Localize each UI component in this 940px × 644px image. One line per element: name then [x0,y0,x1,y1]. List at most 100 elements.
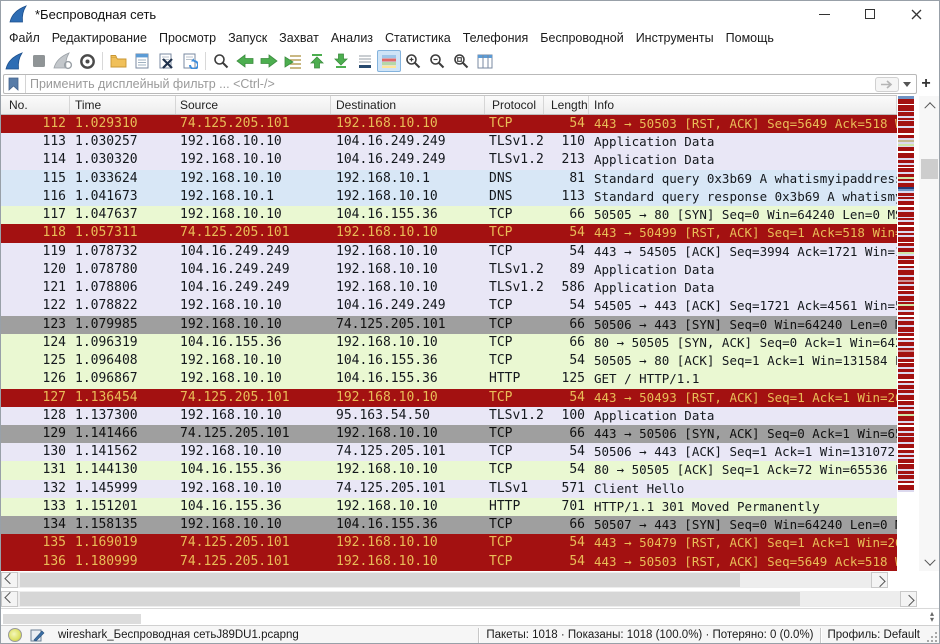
packet-row[interactable]: 1141.030320192.168.10.10104.16.249.249TL… [1,151,897,169]
close-file-button[interactable] [154,50,178,72]
hscroll1-thumb[interactable] [20,573,740,587]
maximize-button[interactable] [847,1,893,27]
zoom-out-button[interactable] [425,50,449,72]
column-header-time[interactable]: Time [70,96,176,114]
packet-row[interactable]: 1121.02931074.125.205.101192.168.10.10TC… [1,115,897,133]
cell-time: 1.151201 [70,498,176,516]
cell-info: HTTP/1.1 301 Moved Permanently [589,498,897,516]
go-last-button[interactable] [329,50,353,72]
add-filter-button[interactable]: + [917,75,935,93]
scroll-down-arrow[interactable] [919,554,940,571]
vertical-scrollbar[interactable] [919,96,940,571]
packet-row[interactable]: 1161.041673192.168.10.1192.168.10.10DNS1… [1,188,897,206]
reload-file-button[interactable] [178,50,202,72]
cell-protocol: TCP [485,316,544,334]
scroll-up-arrow[interactable] [919,96,940,113]
hscroll2-thumb[interactable] [20,592,800,606]
packet-list-minimap[interactable] [898,96,914,559]
menu-item-statistics[interactable]: Статистика [379,27,457,49]
packet-list-hscrollbar[interactable] [1,572,888,588]
window-hscrollbar[interactable] [1,591,917,607]
splitter-handle-icon[interactable]: ▴▾ [930,611,934,623]
save-file-button[interactable] [130,50,154,72]
menu-item-telephony[interactable]: Телефония [457,27,535,49]
close-button[interactable] [893,1,939,27]
go-back-button[interactable] [233,50,257,72]
packet-row[interactable]: 1301.141562192.168.10.1074.125.205.101TC… [1,443,897,461]
packet-row[interactable]: 1351.16901974.125.205.101192.168.10.10TC… [1,534,897,552]
packet-row[interactable]: 1311.144130104.16.155.36192.168.10.10TCP… [1,461,897,479]
packet-row[interactable]: 1321.145999192.168.10.1074.125.205.101TL… [1,480,897,498]
column-header-info[interactable]: Info [589,96,897,114]
packet-row[interactable]: 1281.137300192.168.10.1095.163.54.50TLSv… [1,407,897,425]
packet-row[interactable]: 1231.079985192.168.10.1074.125.205.101TC… [1,316,897,334]
go-first-button[interactable] [305,50,329,72]
column-header-destination[interactable]: Destination [331,96,485,114]
packet-row[interactable]: 1331.151201104.16.155.36192.168.10.10HTT… [1,498,897,516]
packet-row[interactable]: 1211.078806104.16.249.249192.168.10.10TL… [1,279,897,297]
menu-item-help[interactable]: Помощь [720,27,780,49]
auto-scroll-button[interactable] [353,50,377,72]
hscroll1-left-arrow[interactable] [1,572,18,588]
column-header-length[interactable]: Length [544,96,589,114]
packet-row[interactable]: 1251.096408192.168.10.10104.16.155.36TCP… [1,352,897,370]
packet-row[interactable]: 1171.047637192.168.10.10104.16.155.36TCP… [1,206,897,224]
packet-row[interactable]: 1131.030257192.168.10.10104.16.249.249TL… [1,133,897,151]
restart-capture-button[interactable] [51,50,75,72]
cell-no: 127 [1,389,70,407]
hscroll1-right-arrow[interactable] [871,572,888,588]
colorize-button[interactable] [377,50,401,72]
cell-length: 66 [544,316,589,334]
menu-bar: ФайлРедактированиеПросмотрЗапускЗахватАн… [1,27,939,49]
cell-time: 1.096408 [70,352,176,370]
packet-row[interactable]: 1261.096867192.168.10.10104.16.155.36HTT… [1,370,897,388]
column-header-no[interactable]: No. [1,96,70,114]
apply-filter-button[interactable] [875,77,899,92]
go-to-packet-button[interactable] [281,50,305,72]
filter-dropdown-caret[interactable] [903,82,911,87]
packet-row[interactable]: 1221.078822192.168.10.10104.16.249.249TC… [1,297,897,315]
packet-row[interactable]: 1151.033624192.168.10.10192.168.10.1DNS8… [1,170,897,188]
resize-columns-button[interactable] [473,50,497,72]
zoom-reset-button[interactable] [449,50,473,72]
hscroll2-right-arrow[interactable] [900,591,917,607]
menu-item-capture[interactable]: Захват [273,27,325,49]
size-grip[interactable] [926,627,938,643]
packets-summary: Пакеты: 1018 · Показаны: 1018 (100.0%) ·… [486,629,813,641]
find-packet-button[interactable] [209,50,233,72]
filter-bookmark-icon[interactable] [7,77,21,91]
menu-item-go[interactable]: Запуск [222,27,273,49]
expert-info-icon[interactable] [8,628,22,642]
open-file-button[interactable] [106,50,130,72]
packet-row[interactable]: 1181.05731174.125.205.101192.168.10.10TC… [1,224,897,242]
start-capture-button[interactable] [3,50,27,72]
column-header-source[interactable]: Source [176,96,331,114]
column-header-protocol[interactable]: Protocol [485,96,544,114]
capture-options-button[interactable] [75,50,99,72]
auto-scroll-icon [357,54,373,69]
packet-row[interactable]: 1271.13645474.125.205.101192.168.10.10TC… [1,389,897,407]
hscroll2-left-arrow[interactable] [1,591,18,607]
packet-row[interactable]: 1361.18099974.125.205.101192.168.10.10TC… [1,553,897,571]
cell-time: 1.144130 [70,461,176,479]
display-filter-input[interactable]: Применить дисплейный фильтр ... <Ctrl-/> [3,74,917,94]
packet-row[interactable]: 1191.078732104.16.249.249192.168.10.10TC… [1,243,897,261]
menu-item-edit[interactable]: Редактирование [46,27,153,49]
menu-item-wireless[interactable]: Беспроводной [534,27,629,49]
menu-item-analyze[interactable]: Анализ [325,27,379,49]
stop-capture-button[interactable] [27,50,51,72]
menu-item-file[interactable]: Файл [3,27,46,49]
vertical-scroll-thumb[interactable] [921,159,938,179]
capture-comment-icon[interactable] [30,628,45,642]
packet-row[interactable]: 1341.158135192.168.10.10104.16.155.36TCP… [1,516,897,534]
go-forward-button[interactable] [257,50,281,72]
packet-row[interactable]: 1201.078780104.16.249.249192.168.10.10TL… [1,261,897,279]
menu-item-view[interactable]: Просмотр [153,27,222,49]
cell-source: 104.16.155.36 [176,498,331,516]
packet-row[interactable]: 1241.096319104.16.155.36192.168.10.10TCP… [1,334,897,352]
minimize-button[interactable] [801,1,847,27]
profile-label[interactable]: Профиль: Default [828,629,920,641]
menu-item-tools[interactable]: Инструменты [630,27,720,49]
packet-row[interactable]: 1291.14146674.125.205.101192.168.10.10TC… [1,425,897,443]
zoom-in-button[interactable] [401,50,425,72]
